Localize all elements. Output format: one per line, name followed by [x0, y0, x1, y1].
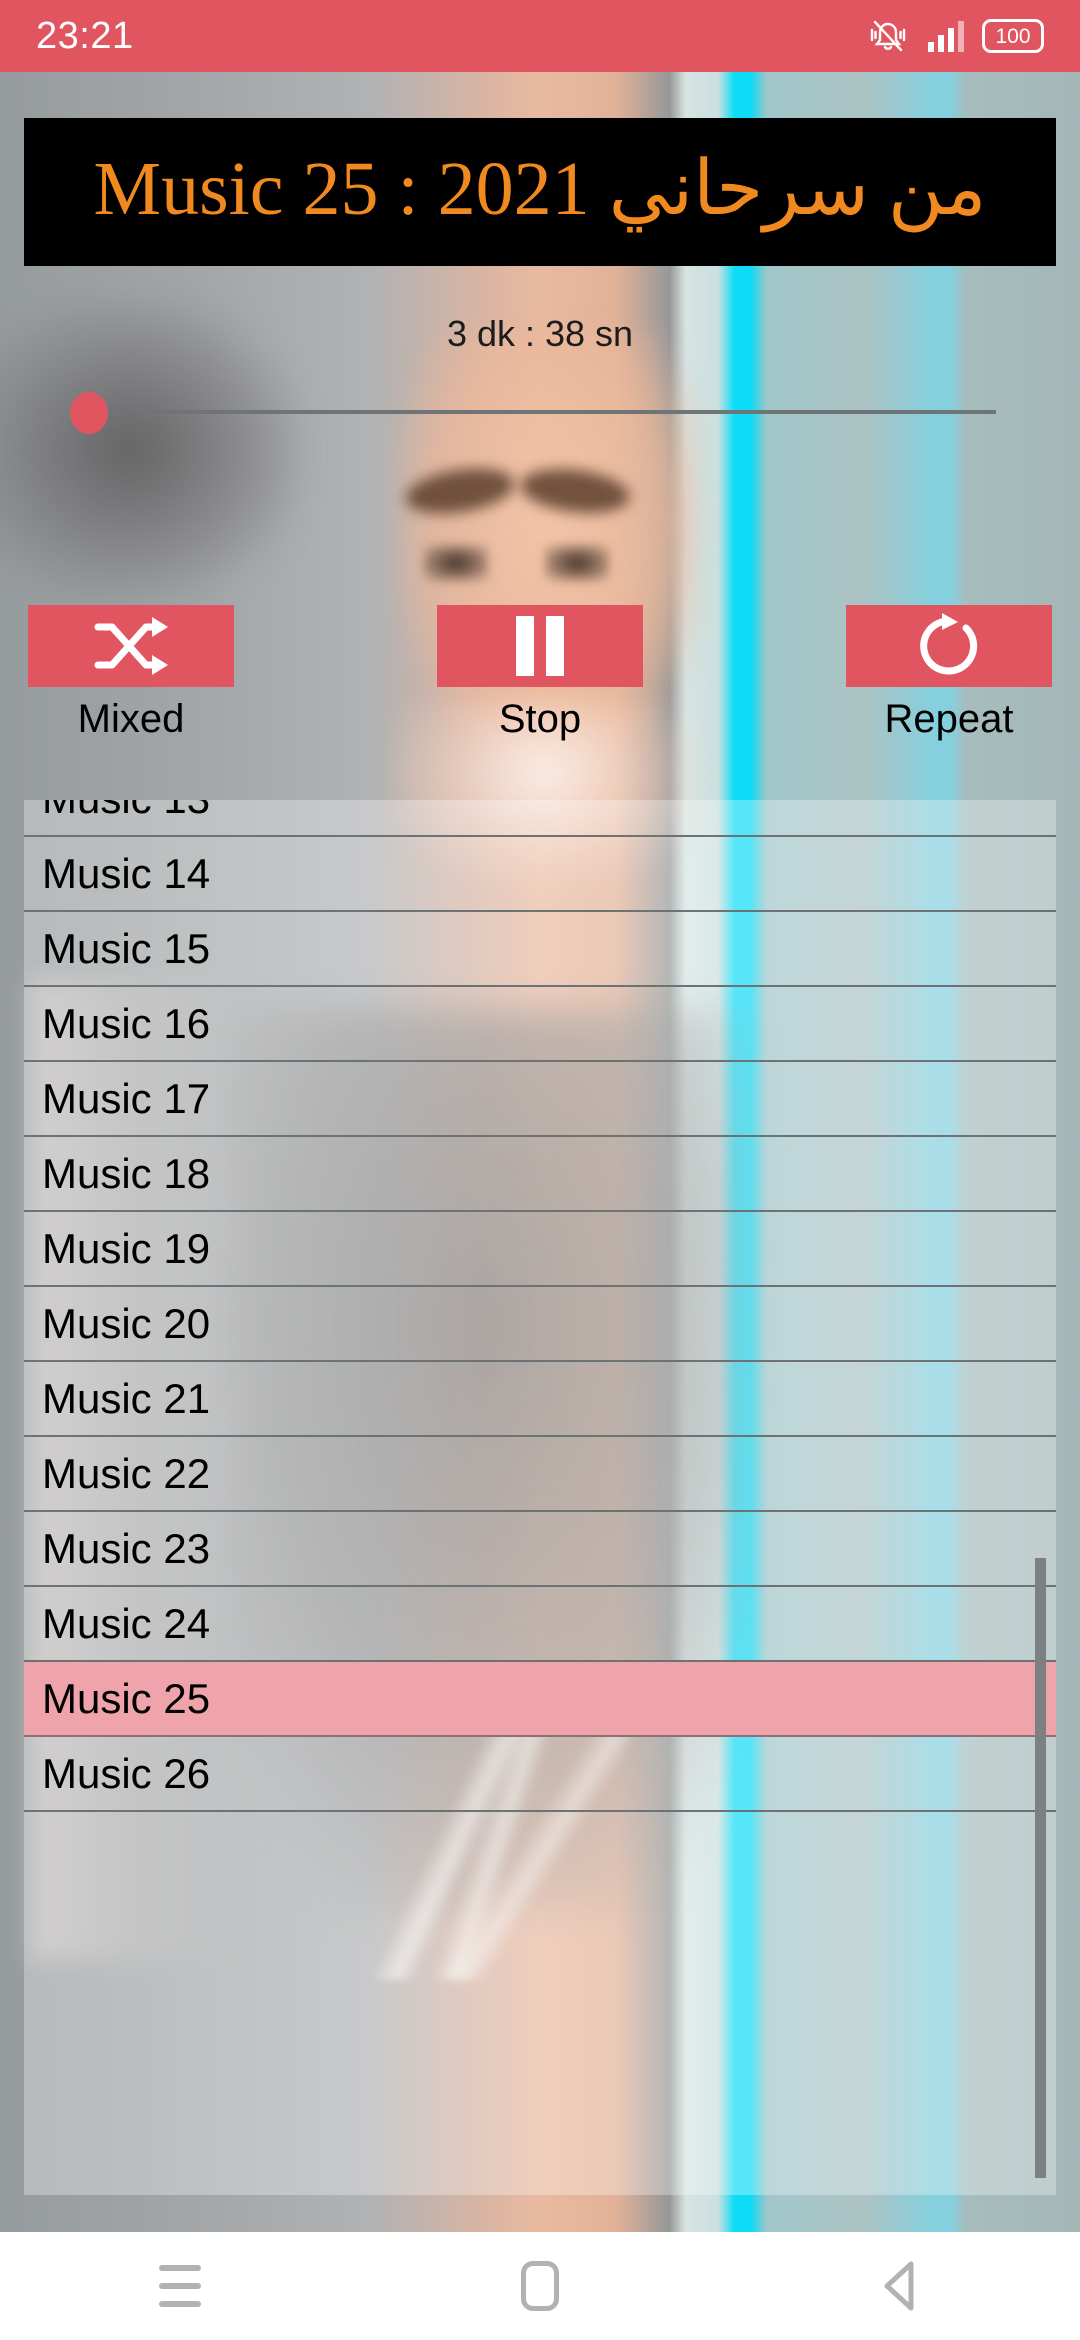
seek-bar-thumb[interactable]: [70, 392, 108, 434]
mixed-button[interactable]: [28, 605, 234, 687]
list-item-label: Music 15: [42, 924, 211, 972]
status-bar-icons: 100: [866, 18, 1044, 54]
list-item[interactable]: Music 26: [24, 1737, 1056, 1812]
battery-icon: 100: [982, 19, 1044, 53]
status-bar-clock: 23:21: [36, 14, 134, 57]
list-item[interactable]: Music 24: [24, 1587, 1056, 1662]
pause-icon: [516, 616, 564, 676]
list-item-label: Music 22: [42, 1449, 211, 1497]
list-item[interactable]: Music 23: [24, 1512, 1056, 1587]
seek-bar-track[interactable]: [88, 410, 996, 414]
signal-bars-icon: [928, 21, 964, 52]
list-item-label: Music 21: [42, 1374, 211, 1422]
app-screen: 23:21 100 من سرحاني Music 25: 2021 3 dk…: [0, 0, 1080, 2340]
list-item[interactable]: Music 17: [24, 1062, 1056, 1137]
transport-controls: Mixed Stop Repeat: [28, 605, 1052, 741]
list-item[interactable]: Music 20: [24, 1287, 1056, 1362]
status-bar: 23:21 100: [0, 0, 1080, 72]
list-item[interactable]: Music 19: [24, 1212, 1056, 1287]
recents-button[interactable]: [100, 2232, 260, 2340]
list-item[interactable]: Music 15: [24, 912, 1056, 987]
repeat-button[interactable]: [846, 605, 1052, 687]
home-icon: [521, 2261, 559, 2311]
list-item-label: Music 24: [42, 1599, 211, 1647]
list-item-label: Music 19: [42, 1224, 211, 1272]
list-item[interactable]: Music 21: [24, 1362, 1056, 1437]
list-item[interactable]: Music 22: [24, 1437, 1056, 1512]
android-nav-bar: [0, 2232, 1080, 2340]
back-button[interactable]: [820, 2232, 980, 2340]
playlist[interactable]: Music 13 Music 14 Music 15 Music 16 Musi…: [24, 800, 1056, 2195]
list-item-label: Music 13: [42, 800, 210, 820]
home-button[interactable]: [460, 2232, 620, 2340]
playlist-rows: Music 13 Music 14 Music 15 Music 16 Musi…: [24, 800, 1056, 1812]
repeat-button-label: Repeat: [884, 697, 1014, 741]
shuffle-icon: [94, 617, 168, 675]
stop-button-label: Stop: [498, 697, 582, 741]
seek-bar[interactable]: [0, 382, 1080, 442]
vibrate-off-icon: [870, 20, 906, 52]
playlist-scrollbar[interactable]: [1035, 1558, 1046, 2178]
list-item-label: Music 20: [42, 1299, 211, 1347]
list-item[interactable]: Music 16: [24, 987, 1056, 1062]
control-stop[interactable]: Stop: [437, 605, 643, 741]
now-playing-title: من سرحاني Music 25 : 2021: [93, 147, 987, 231]
control-repeat[interactable]: Repeat: [846, 605, 1052, 741]
control-mixed[interactable]: Mixed: [28, 605, 234, 741]
list-item-label: Music 25: [42, 1674, 211, 1722]
battery-percent-label: 100: [995, 24, 1031, 48]
list-item-label: Music 18: [42, 1149, 211, 1197]
list-item-label: Music 17: [42, 1074, 211, 1122]
stop-button[interactable]: [437, 605, 643, 687]
list-item[interactable]: Music 13: [24, 800, 1056, 837]
background-blur-detail: [424, 545, 488, 581]
list-item[interactable]: Music 14: [24, 837, 1056, 912]
mixed-button-label: Mixed: [77, 697, 185, 741]
list-item-label: Music 23: [42, 1524, 211, 1572]
repeat-icon: [920, 613, 978, 675]
list-item-selected[interactable]: Music 25: [24, 1662, 1056, 1737]
list-item-label: Music 14: [42, 849, 211, 897]
background-blur-detail: [545, 545, 609, 581]
list-item-label: Music 16: [42, 999, 211, 1047]
now-playing-banner: من سرحاني Music 25 : 2021: [24, 118, 1056, 266]
list-item-label: Music 26: [42, 1749, 211, 1797]
track-duration-label: 3 dk : 38 sn: [446, 313, 634, 354]
recents-icon: [159, 2265, 201, 2307]
list-item[interactable]: Music 18: [24, 1137, 1056, 1212]
back-icon: [884, 2261, 914, 2311]
